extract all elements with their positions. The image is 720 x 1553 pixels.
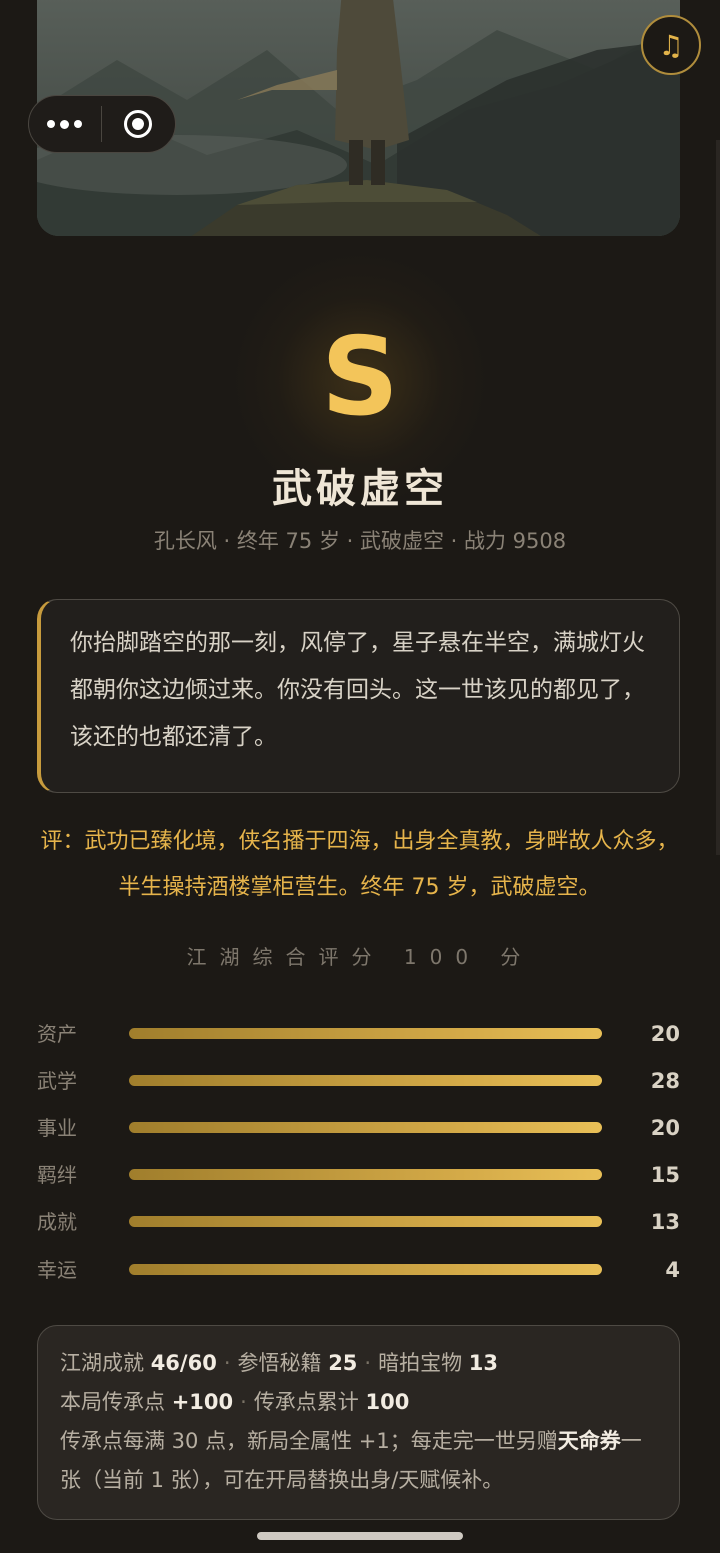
more-dots-icon[interactable] (29, 119, 101, 129)
summary-note-text: 传承点每满 30 点，新局全属性 +1；每走完一世另赠 (60, 1429, 558, 1453)
destiny-ticket-label: 天命券 (557, 1429, 621, 1453)
secrets-label: 参悟秘籍 (237, 1351, 322, 1375)
stat-label: 幸运 (37, 1258, 77, 1282)
ending-quote-text: 你抬脚踏空的那一刻，风停了，星子悬在半空，满城灯火都朝你这边倾过来。你没有回头。… (70, 630, 645, 750)
stat-value: 28 (650, 1069, 680, 1093)
stat-label: 武学 (37, 1069, 77, 1093)
stat-row-assets: 资产 20 (37, 1014, 680, 1054)
achievements-value: 46/60 (150, 1351, 217, 1375)
target-icon[interactable] (102, 110, 176, 138)
stat-label: 资产 (37, 1022, 77, 1046)
summary-card: 江湖成就 46/60 · 参悟秘籍 25 · 暗拍宝物 13 本局传承点 +100 · 传承… (37, 1325, 680, 1520)
ending-comment: 评：武功已臻化境，侠名播于四海，出身全真教，身畔故人众多，半生操持酒楼掌柜营生。… (40, 829, 679, 900)
points-label: 本局传承点 (60, 1390, 165, 1414)
home-indicator[interactable] (257, 1532, 463, 1540)
stat-bar (129, 1028, 602, 1039)
ending-subtitle: 孔长风 · 终年 75 岁 · 武破虚空 · 战力 9508 (153, 529, 567, 553)
treasures-label: 暗拍宝物 (378, 1351, 463, 1375)
stat-bar (129, 1169, 602, 1180)
stat-value: 20 (650, 1116, 680, 1140)
stat-bar (129, 1264, 602, 1275)
stat-label: 事业 (37, 1116, 77, 1140)
achievements-label: 江湖成就 (60, 1351, 144, 1375)
stat-row-career: 事业 20 (37, 1108, 680, 1148)
score-title: 江湖综合评分 100 分 (186, 945, 534, 969)
separator-dot: · (223, 1351, 231, 1375)
stat-value: 4 (665, 1258, 680, 1282)
stat-label: 羁绊 (37, 1163, 77, 1187)
separator-dot: · (240, 1390, 247, 1414)
summary-note: 传承点每满 30 点，新局全属性 +1；每走完一世另赠天命券一张（当前 1 张）… (60, 1422, 659, 1500)
stat-value: 15 (650, 1163, 680, 1187)
ending-title: 武破虚空 (272, 466, 448, 512)
secrets-value: 25 (328, 1351, 358, 1375)
grade-letter: S (321, 315, 399, 440)
stat-row-luck: 幸运 4 (37, 1250, 680, 1290)
stat-row-achievement: 成就 13 (37, 1202, 680, 1242)
scroll-indicator (716, 140, 720, 855)
music-note-icon: ♫ (658, 28, 684, 62)
points-total-label: 传承点累计 (253, 1390, 359, 1414)
stat-value: 20 (650, 1022, 680, 1046)
separator-dot: · (364, 1351, 372, 1375)
points-value: +100 (171, 1390, 234, 1414)
miniprogram-capsule (28, 95, 176, 153)
stat-row-martial: 武学 28 (37, 1061, 680, 1101)
music-button[interactable]: ♫ (641, 15, 701, 75)
stat-label: 成就 (37, 1210, 77, 1234)
stat-bar (129, 1075, 602, 1086)
summary-line-points: 本局传承点 +100 · 传承点累计 100 (60, 1383, 659, 1422)
ending-quote: 你抬脚踏空的那一刻，风停了，星子悬在半空，满城灯火都朝你这边倾过来。你没有回头。… (37, 599, 680, 793)
points-total-value: 100 (365, 1390, 410, 1414)
summary-line-achievements: 江湖成就 46/60 · 参悟秘籍 25 · 暗拍宝物 13 (60, 1344, 659, 1383)
stat-bar (129, 1122, 602, 1133)
treasures-value: 13 (468, 1351, 499, 1375)
stat-row-bonds: 羁绊 15 (37, 1155, 680, 1195)
stat-bar (129, 1216, 602, 1227)
stat-value: 13 (650, 1210, 680, 1234)
